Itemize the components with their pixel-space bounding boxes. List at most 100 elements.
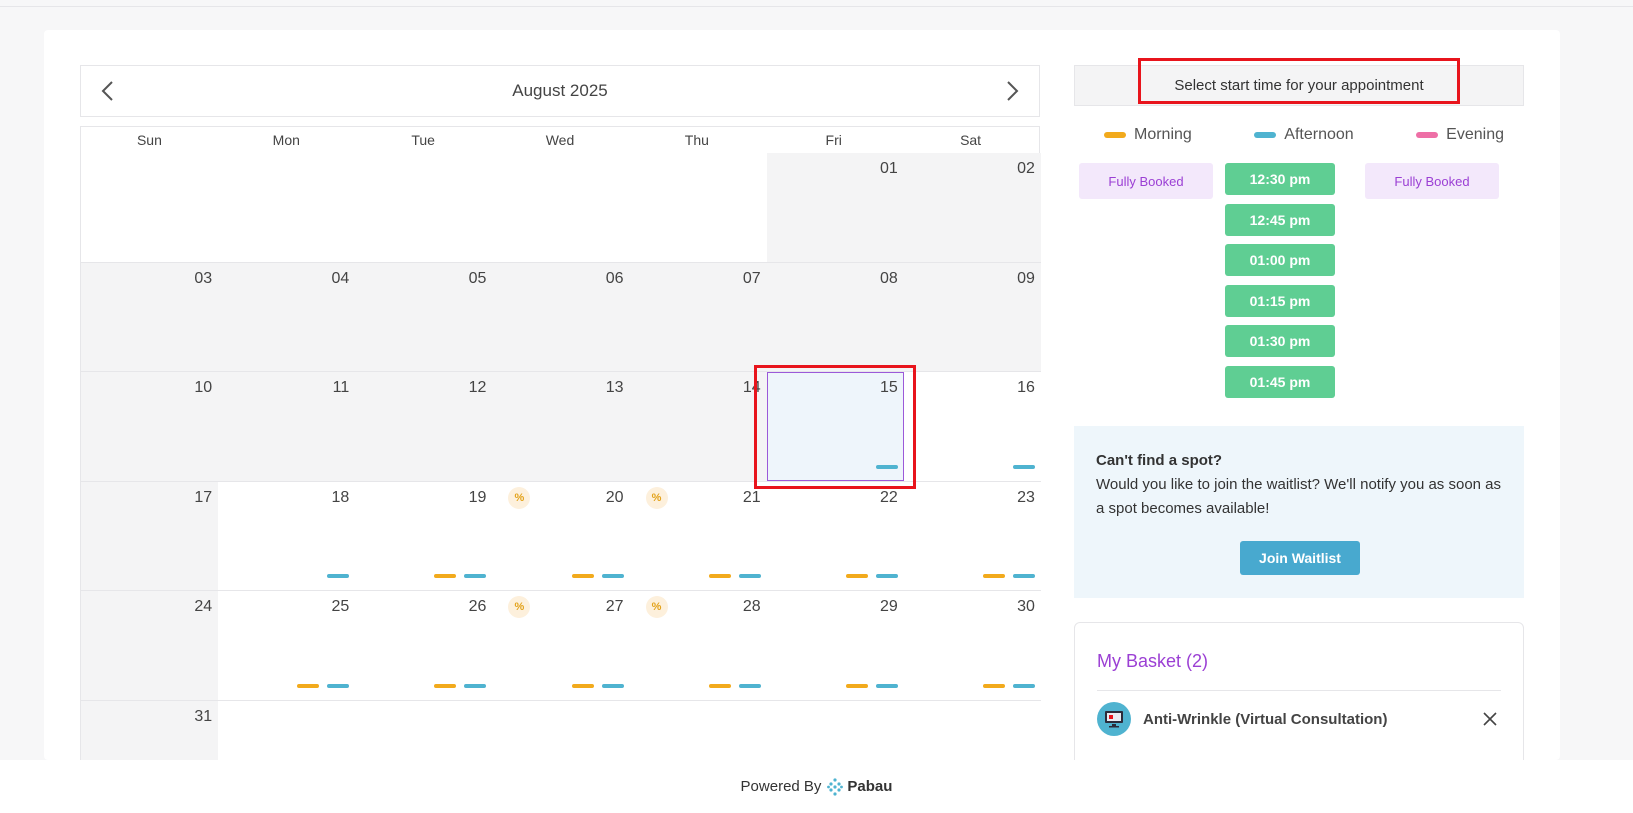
afternoon-availability-bar <box>738 683 761 688</box>
morning-availability-bar <box>708 574 731 578</box>
calendar-day-04[interactable]: 04 <box>218 262 356 372</box>
morning-availability-bar <box>571 574 594 578</box>
calendar-day-13[interactable]: 13 <box>492 372 630 482</box>
basket-item-name: Anti-Wrinkle (Virtual Consultation) <box>1143 710 1388 728</box>
legend-label: Afternoon <box>1284 126 1354 143</box>
weekday-header-row: Sun Mon Tue Wed Thu Fri Sat <box>80 126 1040 154</box>
morning-column: Fully Booked <box>1079 163 1213 199</box>
afternoon-availability-bar <box>875 574 898 578</box>
calendar-day-12[interactable]: 12 <box>355 372 493 482</box>
calendar-day-02[interactable]: 02 <box>903 153 1041 263</box>
day-number: 21 <box>742 488 761 506</box>
availability-bars <box>327 574 350 578</box>
day-number: 26 <box>468 598 487 615</box>
calendar-day-30[interactable]: 30 <box>903 591 1041 701</box>
calendar-day-16[interactable]: 16 <box>903 372 1041 482</box>
chevron-right-icon <box>1007 81 1019 101</box>
calendar-day-25[interactable]: 25 <box>218 591 356 701</box>
calendar-day-24[interactable]: 24 <box>81 591 219 701</box>
morning-availability-bar <box>434 574 457 578</box>
day-number: 25 <box>331 598 350 615</box>
afternoon-availability-bar <box>875 683 898 688</box>
calendar-day-11[interactable]: 11 <box>218 372 356 482</box>
calendar-day-23[interactable]: 23 <box>903 481 1041 591</box>
calendar-day-14[interactable]: 14 <box>629 372 767 482</box>
morning-availability-bar <box>982 683 1005 688</box>
top-divider <box>0 6 1633 7</box>
day-number: 10 <box>194 379 213 396</box>
availability-bars <box>1012 464 1035 469</box>
calendar-empty-cell <box>218 153 356 263</box>
calendar-day-19[interactable]: 19% <box>355 481 531 591</box>
day-number: 03 <box>194 269 213 287</box>
weekday-label: Sun <box>136 132 162 148</box>
legend-item-afternoon: Afternoon <box>1254 126 1354 144</box>
day-number: 14 <box>742 379 761 396</box>
morning-availability-bar <box>845 574 868 578</box>
monitor-icon <box>1097 702 1131 736</box>
calendar-day-05[interactable]: 05 <box>355 262 493 372</box>
evening-column: Fully Booked <box>1365 163 1499 199</box>
availability-bars <box>571 683 624 688</box>
waitlist-panel: Can't find a spot? Would you like to joi… <box>1074 426 1524 598</box>
calendar-day-07[interactable]: 07 <box>629 262 767 372</box>
weekday-label: Sat <box>960 132 982 148</box>
calendar-empty-cell <box>903 700 1041 760</box>
calendar-empty-cell <box>766 700 904 760</box>
join-waitlist-button[interactable]: Join Waitlist <box>1240 541 1360 575</box>
morning-availability-bar <box>297 683 320 688</box>
weekday-label: Thu <box>684 132 709 148</box>
promo-badge-icon: % <box>645 486 668 509</box>
calendar-day-06[interactable]: 06 <box>492 262 630 372</box>
day-number: 24 <box>194 598 213 615</box>
waitlist-text: Would you like to join the waitlist? We'… <box>1096 476 1502 517</box>
time-slot-button[interactable]: 12:45 pm <box>1225 203 1335 236</box>
next-month-button[interactable] <box>999 78 1025 104</box>
time-slot-button[interactable]: 12:30 pm <box>1225 163 1335 195</box>
calendar-day-10[interactable]: 10 <box>81 372 219 482</box>
time-slots-panel: Fully Booked 12:30 pm 12:45 pm 01:00 pm 01:… <box>1079 163 1499 433</box>
time-slot-button[interactable]: 01:45 pm <box>1225 365 1335 398</box>
calendar-empty-cell <box>355 153 493 263</box>
calendar-day-01[interactable]: 01 <box>766 153 904 263</box>
calendar-day-31[interactable]: 31 <box>81 700 219 760</box>
calendar-empty-cell <box>629 153 767 263</box>
calendar-day-15[interactable]: 15 <box>766 372 904 482</box>
day-number: 29 <box>879 598 898 615</box>
weekday-label: Fri <box>825 132 842 148</box>
promo-badge-icon: % <box>508 596 531 618</box>
calendar-empty-cell <box>355 700 493 760</box>
remove-item-button[interactable] <box>1479 708 1501 730</box>
calendar-empty-cell <box>492 153 630 263</box>
morning-availability-bar <box>571 683 594 688</box>
basket-divider <box>1097 690 1501 691</box>
calendar-day-17[interactable]: 17 <box>81 481 219 591</box>
promo-badge-icon: % <box>645 596 668 618</box>
availability-bars <box>875 464 898 469</box>
availability-bars <box>708 683 761 688</box>
basket-panel: My Basket (2) Anti-Wrinkle (Virtual Cons… <box>1074 622 1524 760</box>
time-select-header: Select start time for your appointment <box>1074 65 1524 106</box>
calendar-day-26[interactable]: 26% <box>355 591 531 701</box>
calendar-day-22[interactable]: 22 <box>766 481 904 591</box>
morning-availability-bar <box>845 683 868 688</box>
day-number: 28 <box>742 598 761 615</box>
calendar-empty-cell <box>492 700 630 760</box>
time-slot-button[interactable]: 01:30 pm <box>1225 325 1335 357</box>
time-slot-button[interactable]: 01:15 pm <box>1225 284 1335 317</box>
basket-item: Anti-Wrinkle (Virtual Consultation) <box>1097 701 1501 737</box>
calendar-day-03[interactable]: 03 <box>81 262 219 372</box>
time-slot-button[interactable]: 01:00 pm <box>1225 244 1335 276</box>
calendar-day-08[interactable]: 08 <box>766 262 904 372</box>
day-number: 06 <box>605 269 624 287</box>
calendar-empty-cell <box>629 700 767 760</box>
calendar-day-18[interactable]: 18 <box>218 481 356 591</box>
morning-availability-bar <box>708 683 731 688</box>
day-number: 17 <box>194 488 213 506</box>
calendar-day-09[interactable]: 09 <box>903 262 1041 372</box>
calendar-day-29[interactable]: 29 <box>766 591 904 701</box>
afternoon-availability-bar <box>1012 574 1035 578</box>
pabau-logo[interactable]: Pabau <box>827 777 892 796</box>
prev-month-button[interactable] <box>95 78 121 104</box>
day-number: 01 <box>879 160 898 177</box>
